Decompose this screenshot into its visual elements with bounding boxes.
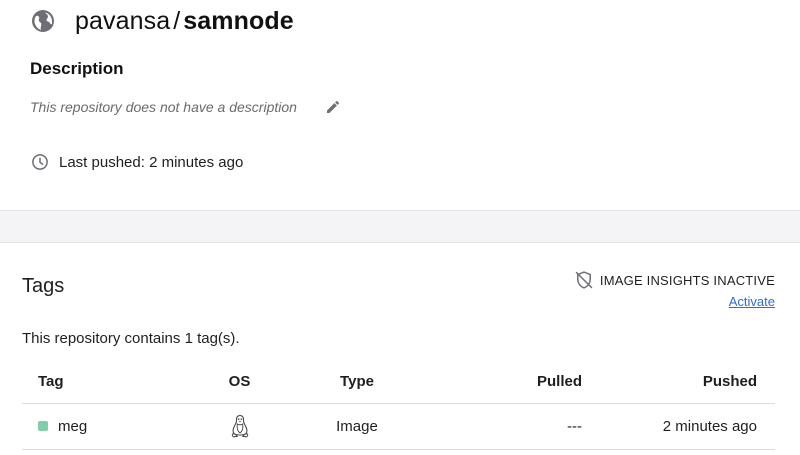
description-text: This repository does not have a descript… [30,99,297,115]
clock-icon [32,154,48,170]
description-row: This repository does not have a descript… [30,98,341,116]
column-header-type: Type [297,361,417,404]
repo-header: pavansa / samnode [31,4,294,38]
repo-separator: / [173,6,181,35]
tags-table: Tag OS Type Pulled Pushed meg Image --- … [22,361,775,450]
table-header-row: Tag OS Type Pulled Pushed [22,361,775,404]
column-header-pulled[interactable]: Pulled [417,361,582,404]
pencil-icon[interactable] [325,99,341,115]
column-header-tag[interactable]: Tag [22,361,182,404]
last-pushed-row: Last pushed: 2 minutes ago [31,152,243,172]
globe-icon [32,10,54,32]
tags-heading: Tags [22,275,65,297]
image-insights: IMAGE INSIGHTS INACTIVE Activate [574,270,775,311]
activate-link[interactable]: Activate [729,294,775,309]
repo-name: samnode [183,6,294,35]
table-row[interactable]: meg Image --- 2 minutes ago [22,403,775,450]
tag-name-link[interactable]: meg [58,418,87,435]
column-header-pushed[interactable]: Pushed [582,361,775,404]
tag-type-cell: Image [297,403,417,450]
column-header-os: OS [182,361,297,404]
last-pushed-text: Last pushed: 2 minutes ago [59,153,244,171]
linux-icon [231,414,248,438]
repo-title: pavansa / samnode [75,7,294,36]
tag-pulled-cell: --- [417,403,582,450]
section-divider [0,210,800,243]
repo-owner[interactable]: pavansa [75,7,170,35]
tag-pushed-cell: 2 minutes ago [582,403,775,450]
tag-count-text: This repository contains 1 tag(s). [22,330,240,347]
tag-status-indicator [38,421,48,431]
description-heading: Description [30,59,124,78]
insights-status-label: IMAGE INSIGHTS INACTIVE [599,272,775,288]
shield-off-icon [575,271,593,289]
